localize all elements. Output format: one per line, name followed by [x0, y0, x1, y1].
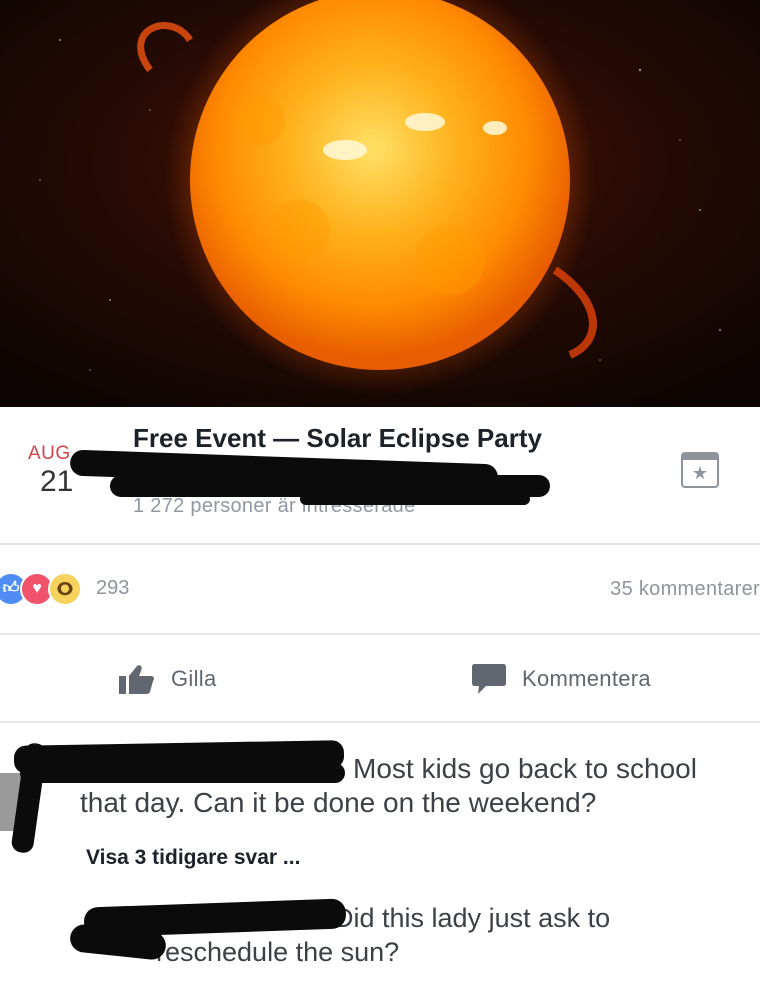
- save-to-calendar-button[interactable]: ★: [681, 452, 719, 488]
- comment-text: Most kids go back to school: [353, 753, 697, 784]
- sun-image: [0, 0, 760, 407]
- star-icon: ★: [691, 463, 709, 483]
- event-header: AUG. 21 Free Event — Solar Eclipse Party…: [0, 407, 760, 545]
- wow-icon: ⵔ: [48, 572, 82, 606]
- like-label: Gilla: [171, 666, 217, 691]
- facebook-event-post: AUG. 21 Free Event — Solar Eclipse Party…: [0, 0, 760, 999]
- redaction-scribble: [20, 763, 345, 783]
- reactions-summary: 👍︎ ♥ ⵔ 293 35 kommentarer: [0, 545, 760, 635]
- comment-button[interactable]: Kommentera: [472, 663, 651, 695]
- event-title[interactable]: Free Event — Solar Eclipse Party: [133, 423, 542, 454]
- event-date-day: 21: [40, 465, 74, 498]
- comments-count[interactable]: 35 kommentarer: [610, 578, 760, 601]
- redaction-scribble: [300, 493, 530, 505]
- event-cover-photo[interactable]: [0, 0, 760, 407]
- view-previous-replies-link[interactable]: Visa 3 tidigare svar ...: [86, 846, 300, 870]
- action-bar: Gilla Kommentera: [0, 635, 760, 723]
- reply-text: Did this lady just ask to: [334, 903, 611, 933]
- comment-label: Kommentera: [522, 666, 651, 691]
- comments-section: Most kids go back to school that day. Ca…: [0, 723, 760, 999]
- reply-text: reschedule the sun?: [156, 937, 400, 967]
- like-button[interactable]: Gilla: [119, 663, 217, 695]
- comment-bubble-icon: [472, 664, 506, 694]
- thumbs-up-icon: [119, 665, 155, 694]
- comment-text: that day. Can it be done on the weekend?: [80, 787, 597, 818]
- reaction-count[interactable]: 293: [96, 577, 129, 600]
